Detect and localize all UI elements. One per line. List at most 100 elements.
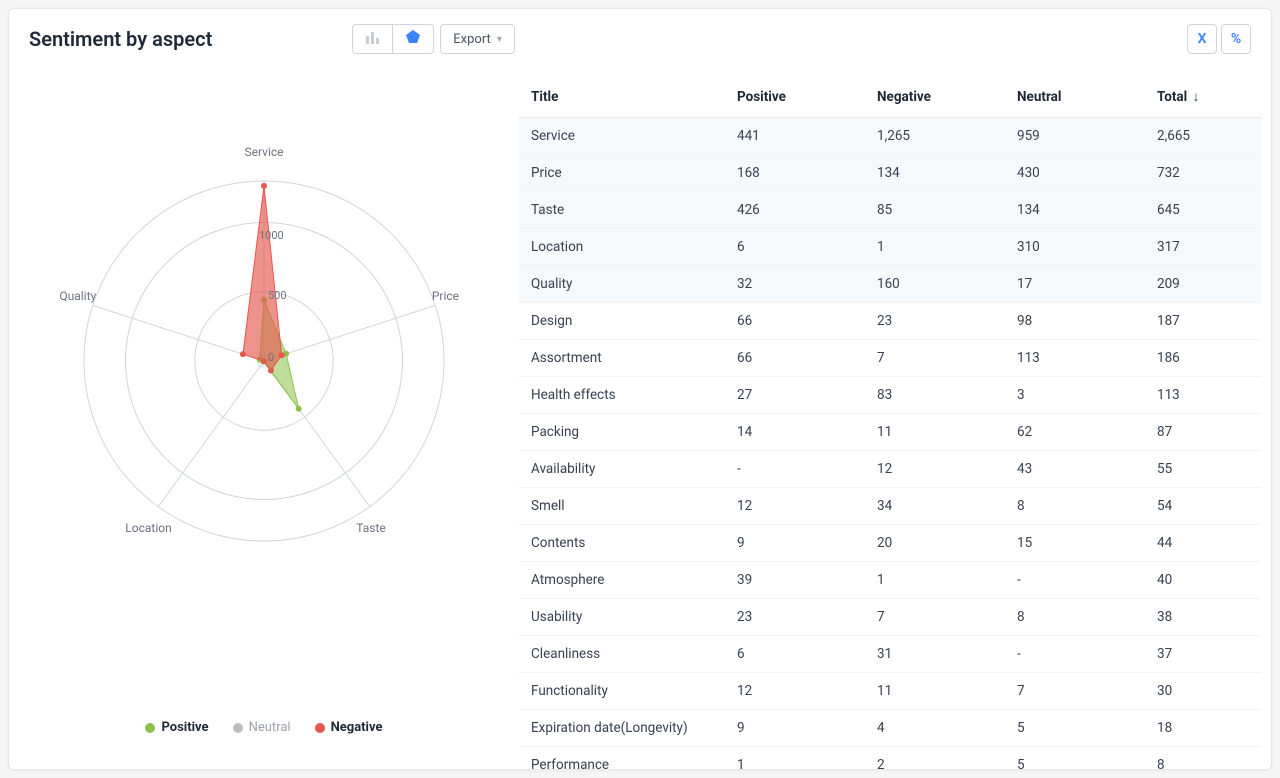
legend-negative-label: Negative	[331, 720, 383, 735]
table-row[interactable]: Availability-124355	[519, 451, 1261, 488]
col-neutral[interactable]: Neutral	[1009, 79, 1149, 118]
cell-total: 38	[1149, 599, 1261, 636]
export-button[interactable]: Export ▾	[440, 24, 515, 54]
tick-500: 500	[268, 289, 287, 302]
tick-1000: 1000	[259, 229, 284, 242]
cell-negative: 4	[869, 710, 1009, 747]
table-row[interactable]: Contents9201544	[519, 525, 1261, 562]
chevron-down-icon: ▾	[497, 34, 502, 45]
bar-chart-icon	[365, 30, 381, 48]
radar-chart-icon	[405, 29, 421, 49]
table-row[interactable]: Design662398187	[519, 303, 1261, 340]
cell-neutral: 3	[1009, 377, 1149, 414]
cell-total: 40	[1149, 562, 1261, 599]
cell-total: 44	[1149, 525, 1261, 562]
export-label: Export	[453, 32, 491, 47]
radar-chart-toggle[interactable]	[393, 25, 433, 53]
chart-type-toggle	[352, 24, 434, 54]
cell-neutral: 7	[1009, 673, 1149, 710]
cell-positive: 1	[729, 747, 869, 770]
dot-icon	[315, 723, 325, 733]
table-row[interactable]: Location61310317	[519, 229, 1261, 266]
cell-total: 8	[1149, 747, 1261, 770]
cell-neutral: 5	[1009, 710, 1149, 747]
table-row[interactable]: Performance1258	[519, 747, 1261, 770]
table-row[interactable]: Taste42685134645	[519, 192, 1261, 229]
axis-label: Location	[112, 521, 172, 535]
sentiment-panel: Sentiment by aspect Export ▾	[8, 8, 1272, 770]
legend-positive-label: Positive	[161, 720, 208, 735]
cell-title: Assortment	[519, 340, 729, 377]
table-row[interactable]: Smell1234854	[519, 488, 1261, 525]
cell-total: 113	[1149, 377, 1261, 414]
bar-chart-toggle[interactable]	[353, 25, 393, 53]
cell-positive: 27	[729, 377, 869, 414]
cell-positive: 39	[729, 562, 869, 599]
cell-title: Packing	[519, 414, 729, 451]
cell-title: Usability	[519, 599, 729, 636]
table-row[interactable]: Packing14116287	[519, 414, 1261, 451]
cell-total: 732	[1149, 155, 1261, 192]
header-actions: X %	[1187, 24, 1251, 54]
table-row[interactable]: Cleanliness631-37	[519, 636, 1261, 673]
radar-svg	[34, 151, 494, 611]
cell-title: Functionality	[519, 673, 729, 710]
dot-icon	[233, 723, 243, 733]
cell-total: 37	[1149, 636, 1261, 673]
cell-title: Quality	[519, 266, 729, 303]
cell-title: Location	[519, 229, 729, 266]
cell-positive: 12	[729, 488, 869, 525]
cell-title: Health effects	[519, 377, 729, 414]
percent-button[interactable]: %	[1221, 24, 1251, 54]
cell-neutral: 8	[1009, 599, 1149, 636]
cell-negative: 134	[869, 155, 1009, 192]
col-positive[interactable]: Positive	[729, 79, 869, 118]
cell-neutral: 134	[1009, 192, 1149, 229]
panel-body: ServicePriceTasteLocationQuality 0 500 1…	[9, 61, 1271, 769]
table-row[interactable]: Atmosphere391-40	[519, 562, 1261, 599]
legend-neutral[interactable]: Neutral	[233, 720, 291, 735]
cell-total: 187	[1149, 303, 1261, 340]
cell-neutral: 8	[1009, 488, 1149, 525]
table-row[interactable]: Expiration date(Longevity)94518	[519, 710, 1261, 747]
cell-positive: 6	[729, 229, 869, 266]
dot-icon	[145, 723, 155, 733]
cell-negative: 20	[869, 525, 1009, 562]
table-row[interactable]: Functionality1211730	[519, 673, 1261, 710]
cell-positive: 9	[729, 525, 869, 562]
col-total[interactable]: Total ↓	[1149, 79, 1261, 118]
cell-positive: 66	[729, 340, 869, 377]
cell-total: 54	[1149, 488, 1261, 525]
cell-total: 317	[1149, 229, 1261, 266]
table-header-row: Title Positive Negative Neutral Total ↓	[519, 79, 1261, 118]
cell-neutral: 98	[1009, 303, 1149, 340]
table-row[interactable]: Price168134430732	[519, 155, 1261, 192]
cell-positive: 168	[729, 155, 869, 192]
table-row[interactable]: Service4411,2659592,665	[519, 118, 1261, 155]
cell-title: Availability	[519, 451, 729, 488]
cell-positive: -	[729, 451, 869, 488]
cell-negative: 11	[869, 414, 1009, 451]
legend-positive[interactable]: Positive	[145, 720, 208, 735]
legend-negative[interactable]: Negative	[315, 720, 383, 735]
col-title[interactable]: Title	[519, 79, 729, 118]
col-negative[interactable]: Negative	[869, 79, 1009, 118]
cell-title: Performance	[519, 747, 729, 770]
cell-positive: 66	[729, 303, 869, 340]
chart-pane: ServicePriceTasteLocationQuality 0 500 1…	[9, 61, 519, 769]
cell-total: 55	[1149, 451, 1261, 488]
cell-title: Price	[519, 155, 729, 192]
cell-positive: 6	[729, 636, 869, 673]
percent-icon: %	[1231, 31, 1241, 47]
table-row[interactable]: Health effects27833113	[519, 377, 1261, 414]
table-row[interactable]: Usability237838	[519, 599, 1261, 636]
cell-title: Expiration date(Longevity)	[519, 710, 729, 747]
close-button[interactable]: X	[1187, 24, 1217, 54]
cell-negative: 12	[869, 451, 1009, 488]
axis-label: Price	[432, 289, 492, 303]
table-row[interactable]: Assortment667113186	[519, 340, 1261, 377]
table-row[interactable]: Quality3216017209	[519, 266, 1261, 303]
cell-title: Atmosphere	[519, 562, 729, 599]
cell-neutral: -	[1009, 562, 1149, 599]
cell-title: Service	[519, 118, 729, 155]
